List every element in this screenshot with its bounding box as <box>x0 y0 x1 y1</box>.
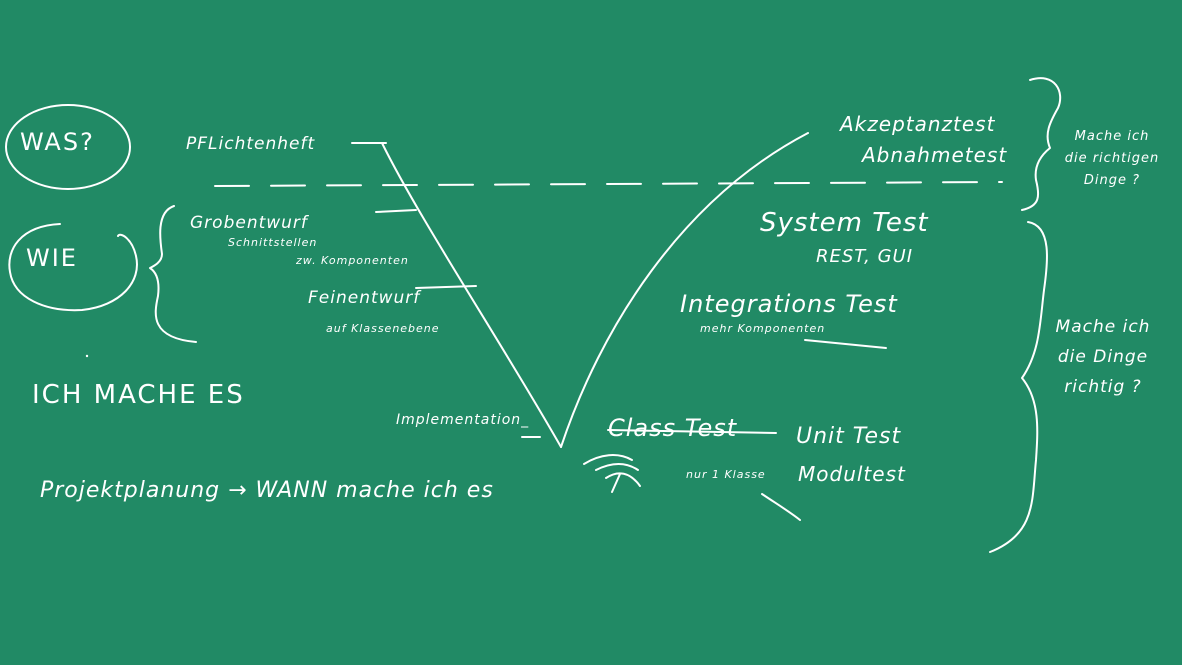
zw-komponenten-label: zw. Komponenten <box>296 254 409 267</box>
verification-brace <box>989 221 1049 553</box>
wie-label: WIE <box>26 244 78 272</box>
was-label: WAS? <box>20 128 95 156</box>
integrationstest-label: Integrations Test <box>680 290 898 318</box>
ich-mache-es-label: ICH MACHE ES <box>32 380 245 410</box>
classtest-label: Class Test <box>608 414 738 442</box>
phase-divider-dashed <box>214 181 1003 187</box>
abnahmetest-label: Abnahmetest <box>862 143 1008 167</box>
klasse-arrow <box>761 493 801 521</box>
nur-1-klasse-label: nur 1 Klasse <box>686 468 766 481</box>
mehr-komponenten-label: mehr Komponenten <box>700 322 826 335</box>
whiteboard: WAS? WIE ICH MACHE ES Projektplanung → W… <box>0 0 1182 665</box>
modultest-label: Modultest <box>798 462 906 486</box>
implementation-label: Implementation_ <box>396 412 530 428</box>
akzeptanztest-label: Akzeptanztest <box>840 112 996 136</box>
grobentwurf-leader <box>375 209 417 213</box>
auf-klassenebene-label: auf Klassenebene <box>326 322 440 335</box>
systemtest-label: System Test <box>760 208 929 238</box>
integrationstest-underline <box>804 339 887 349</box>
grobentwurf-label: Grobentwurf <box>190 213 308 233</box>
pflichtenheft-label: PFLichtenheft <box>186 134 316 154</box>
dinge-richtig-question: Mache ich die Dinge richtig ? <box>1055 317 1151 397</box>
schnittstellen-label: Schnittstellen <box>228 236 318 249</box>
rest-gui-label: REST, GUI <box>816 246 914 267</box>
feinentwurf-leader <box>415 285 477 289</box>
unittest-label: Unit Test <box>796 424 902 449</box>
feinentwurf-label: Feinentwurf <box>308 288 421 308</box>
richtige-dinge-question: Mache ich die richtigen Dinge ? <box>1064 129 1160 188</box>
chalk-dot <box>85 354 89 358</box>
validation-brace <box>1021 77 1062 211</box>
ink-strokes <box>5 77 1062 553</box>
projektplanung-label: Projektplanung → WANN mache ich es <box>40 478 494 503</box>
scribble-mark <box>583 454 641 493</box>
